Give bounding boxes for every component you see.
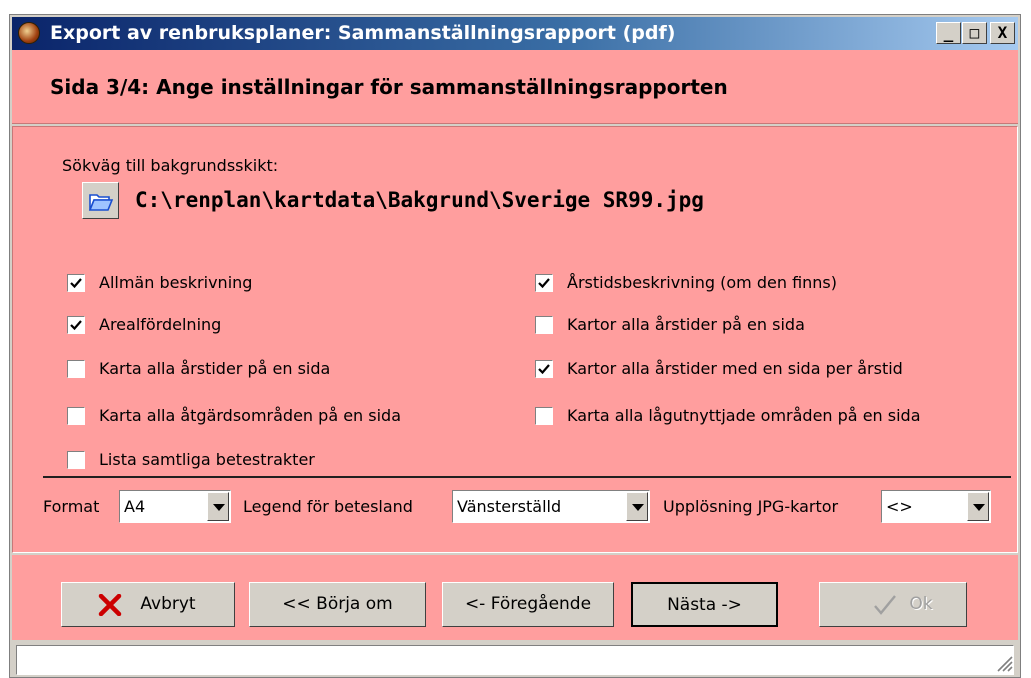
browse-folder-button[interactable] [82,182,119,219]
ok-button-label: Ok [909,594,933,614]
restart-button-label: << Börja om [282,594,393,614]
resolution-select[interactable]: <> [881,490,991,523]
title-bar[interactable]: Export av renbruksplaner: Sammanställnin… [12,17,1018,50]
format-label: Format [43,497,100,516]
status-text [16,645,1014,675]
checkbox-label: Arealfördelning [99,315,222,334]
maximize-button[interactable]: □ [962,22,987,44]
cancel-button[interactable]: Avbryt [61,582,235,627]
checkbox-label: Karta alla åtgärdsområden på en sida [99,406,402,425]
separator-line [43,476,1011,478]
minimize-button[interactable]: _ [936,22,961,44]
app-icon [18,22,40,44]
chevron-down-icon[interactable] [967,492,989,521]
checkbox-label: Kartor alla årstider på en sida [567,315,805,334]
checkbox-box[interactable] [67,316,85,334]
checkbox-box[interactable] [67,451,85,469]
export-dialog: Export av renbruksplaner: Sammanställnin… [9,14,1021,678]
settings-panel: Sökväg till bakgrundsskikt: C:\renplan\k… [12,126,1018,553]
next-button[interactable]: Nästa -> [631,582,778,627]
checkbox-label: Karta alla årstider på en sida [99,359,331,378]
status-bar [12,641,1018,677]
checkbox-box[interactable] [535,407,553,425]
resolution-value: <> [886,497,913,516]
chevron-down-icon[interactable] [626,492,648,521]
checkbox-label: Lista samtliga betestrakter [99,450,315,469]
format-value: A4 [124,497,146,516]
ok-button[interactable]: Ok [819,582,967,627]
checkbox-box[interactable] [67,407,85,425]
legend-select[interactable]: Vänsterställd [452,490,650,523]
previous-button[interactable]: <- Föregående [442,582,614,627]
folder-open-icon [88,194,114,211]
background-path-label: Sökväg till bakgrundsskikt: [62,156,279,175]
legend-label: Legend för betesland [243,497,413,516]
checkbox-label: Allmän beskrivning [99,273,253,292]
resize-grip-icon[interactable] [992,651,1014,673]
window-title: Export av renbruksplaner: Sammanställnin… [50,22,676,44]
background-path-value: C:\renplan\kartdata\Bakgrund\Sverige SR9… [135,188,704,212]
resolution-label: Upplösning JPG-kartor [663,497,839,516]
button-bar: Avbryt << Börja om <- Föregående Nästa -… [12,555,1018,640]
format-select[interactable]: A4 [119,490,231,523]
checkbox-box[interactable] [67,274,85,292]
close-button[interactable]: X [990,22,1015,44]
checkbox-label: Karta alla lågutnyttjade områden på en s… [567,406,921,425]
next-button-label: Nästa -> [667,595,742,615]
cancel-button-label: Avbryt [140,594,196,614]
restart-button[interactable]: << Börja om [249,582,426,627]
chevron-down-icon[interactable] [207,492,229,521]
checkbox-box[interactable] [535,360,553,378]
step-title: Sida 3/4: Ange inställningar för sammans… [50,75,728,99]
checkbox-box[interactable] [535,274,553,292]
checkbox-label: Årstidsbeskrivning (om den finns) [567,273,837,292]
legend-value: Vänsterställd [457,497,562,516]
step-header: Sida 3/4: Ange inställningar för sammans… [12,50,1018,124]
previous-button-label: <- Föregående [464,594,592,614]
checkbox-box[interactable] [67,360,85,378]
checkbox-label: Kartor alla årstider med en sida per års… [567,359,903,378]
checkbox-box[interactable] [535,316,553,334]
